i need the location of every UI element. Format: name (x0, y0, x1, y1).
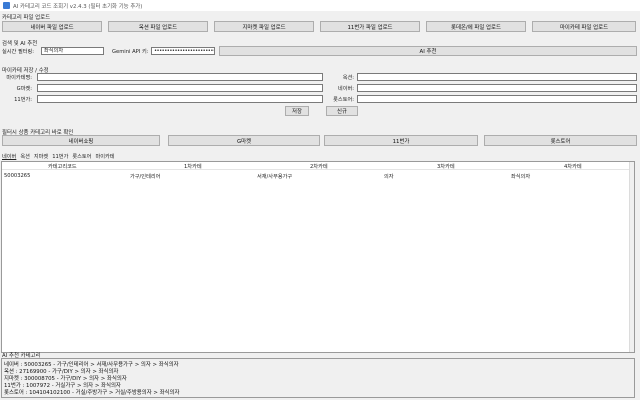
result-line-lotte: 롯스토어 : 104104102100 - 거실/주방가구 > 거실/주방용의자… (4, 390, 180, 396)
realtime-filter-label: 실시간 필터링: (2, 49, 35, 55)
tab-gmarket[interactable]: 지마켓 (34, 153, 48, 160)
gemini-key-input[interactable]: •••••••••••••••••••••••••••••• (151, 47, 215, 55)
title-bar: AI 카테고리 코드 조회기 v2.4.3 (필터 초기화 기능 추가) (0, 0, 640, 11)
cell-level4: 좌식의자 (511, 174, 531, 180)
tab-bar: 네이버 옥션 지마켓 11번가 롯스토어 마이카테 (2, 153, 119, 160)
naver-label: 네이버: (337, 86, 354, 92)
11st-label: 11번가: (14, 97, 32, 103)
header-level1[interactable]: 1차카테 (184, 163, 202, 170)
main-window: 카테고리 파일 업로드 네이버 파일 업로드 옥션 파일 업로드 지마켓 파일 … (0, 11, 640, 400)
new-button[interactable]: 신규 (326, 106, 358, 116)
category-table: 카테고리코드 1차카테 2차카테 3차카테 4차카테 50003265 가구/인… (1, 161, 635, 353)
11st-input[interactable] (37, 95, 323, 103)
11st-button[interactable]: 11번가 (324, 135, 478, 146)
auction-input[interactable] (357, 73, 637, 81)
tab-lotte[interactable]: 롯스토어 (72, 153, 91, 160)
header-level4[interactable]: 4차카테 (564, 163, 582, 170)
tab-mycategory[interactable]: 마이카테 (95, 153, 114, 160)
gmarket-button[interactable]: G마켓 (168, 135, 320, 146)
table-header: 카테고리코드 1차카테 2차카테 3차카테 4차카테 (2, 162, 634, 170)
gmarket-input[interactable] (37, 84, 323, 92)
table-scrollbar[interactable] (629, 162, 634, 352)
naver-shopping-button[interactable]: 네이버쇼핑 (2, 135, 160, 146)
tab-naver[interactable]: 네이버 (2, 153, 16, 160)
gemini-key-label: Gemini API 키: (112, 49, 149, 55)
app-icon (3, 2, 10, 9)
11st-upload-button[interactable]: 11번가 파일 업로드 (320, 21, 420, 32)
ai-result-box: 네이버 : 50003265 - 가구/인테리어 > 서재/사무용가구 > 의자… (1, 358, 635, 398)
tab-auction[interactable]: 옥션 (20, 153, 30, 160)
lotte-label: 롯스토어: (333, 97, 354, 103)
cell-level3: 의자 (384, 174, 394, 180)
realtime-filter-input[interactable]: 좌식의자 (41, 47, 104, 55)
mycategory-name-label: 마이카테명: (6, 75, 32, 81)
gmarket-label: G마켓: (16, 86, 32, 92)
search-section-label: 검색 및 AI 추천 (2, 41, 38, 47)
mycategory-name-input[interactable] (37, 73, 323, 81)
header-level2[interactable]: 2차카테 (310, 163, 328, 170)
cell-level1: 가구/인테리어 (130, 174, 161, 180)
lotte-upload-button[interactable]: 롯데온/에 파일 업로드 (426, 21, 526, 32)
ai-recommend-button[interactable]: AI 추천 (219, 46, 637, 56)
naver-input[interactable] (357, 84, 637, 92)
mycategory-upload-button[interactable]: 마이카테 파일 업로드 (532, 21, 636, 32)
auction-label: 옥션: (342, 75, 354, 81)
auction-upload-button[interactable]: 옥션 파일 업로드 (108, 21, 208, 32)
gmarket-upload-button[interactable]: 지마켓 파일 업로드 (214, 21, 314, 32)
save-button[interactable]: 저장 (285, 106, 309, 116)
tab-11st[interactable]: 11번가 (52, 153, 68, 160)
upload-section-label: 카테고리 파일 업로드 (2, 15, 51, 21)
lotte-store-button[interactable]: 롯스토어 (484, 135, 637, 146)
header-category-code[interactable]: 카테고리코드 (48, 163, 77, 170)
naver-upload-button[interactable]: 네이버 파일 업로드 (2, 21, 102, 32)
cell-code: 50003265 (4, 173, 31, 179)
header-level3[interactable]: 3차카테 (437, 163, 455, 170)
window-title: AI 카테고리 코드 조회기 v2.4.3 (필터 초기화 기능 추가) (13, 3, 143, 10)
cell-level2: 서재/사무용가구 (257, 174, 293, 180)
lotte-input[interactable] (357, 95, 637, 103)
